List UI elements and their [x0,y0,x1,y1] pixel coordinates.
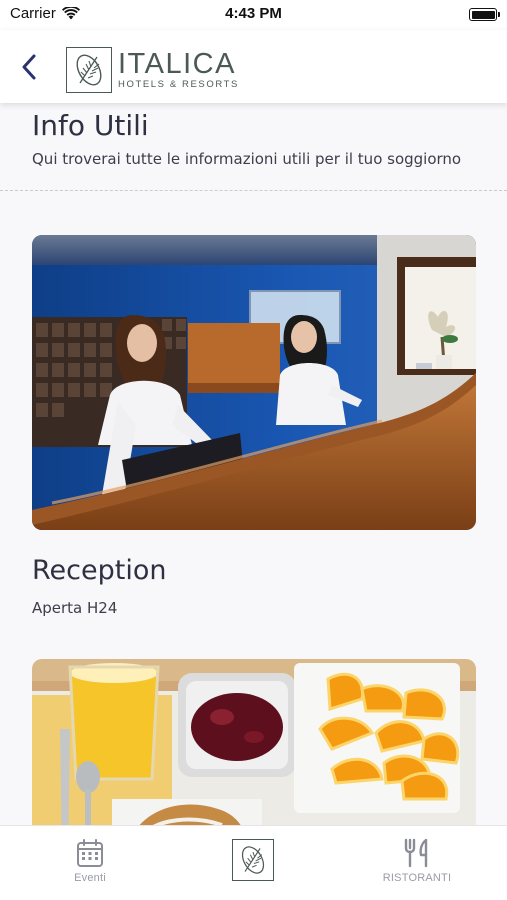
italica-logo-icon [232,839,274,881]
tab-home[interactable] [218,826,288,900]
app-header: ITALICA HOTELS & RESORTS [0,30,507,103]
leaf-logo-icon [66,47,112,93]
reception-photo[interactable] [32,235,476,530]
breakfast-photo[interactable] [32,659,476,825]
battery-level [471,10,495,19]
status-bar: Carrier 4:43 PM [0,0,507,30]
tab-bar: Eventi RISTORANTI [0,825,507,900]
italica-logo: ITALICA HOTELS & RESORTS [66,47,239,93]
dashed-divider [0,190,507,191]
chevron-left-icon [22,54,36,80]
page-subtitle: Qui troverai tutte le informazioni utili… [32,150,462,168]
logo-name: ITALICA [118,48,236,80]
card-text-reception: Aperta H24 [32,599,118,617]
page-title: Info Utili [32,109,149,142]
calendar-icon [77,839,103,867]
back-button[interactable] [14,52,44,82]
logo-subtitle: HOTELS & RESORTS [118,79,239,90]
fork-knife-icon [404,838,428,868]
content-scroll[interactable]: Info Utili Qui troverai tutte le informa… [0,103,507,825]
battery-icon [469,8,500,21]
status-time: 4:43 PM [225,5,282,22]
tab-ristoranti[interactable]: RISTORANTI [365,826,469,900]
tab-eventi[interactable]: Eventi [55,826,125,900]
tab-eventi-label: Eventi [74,872,106,884]
card-title-reception: Reception [32,555,167,586]
tab-ristoranti-label: RISTORANTI [382,872,452,884]
logo-text: ITALICA HOTELS & RESORTS [118,48,239,91]
